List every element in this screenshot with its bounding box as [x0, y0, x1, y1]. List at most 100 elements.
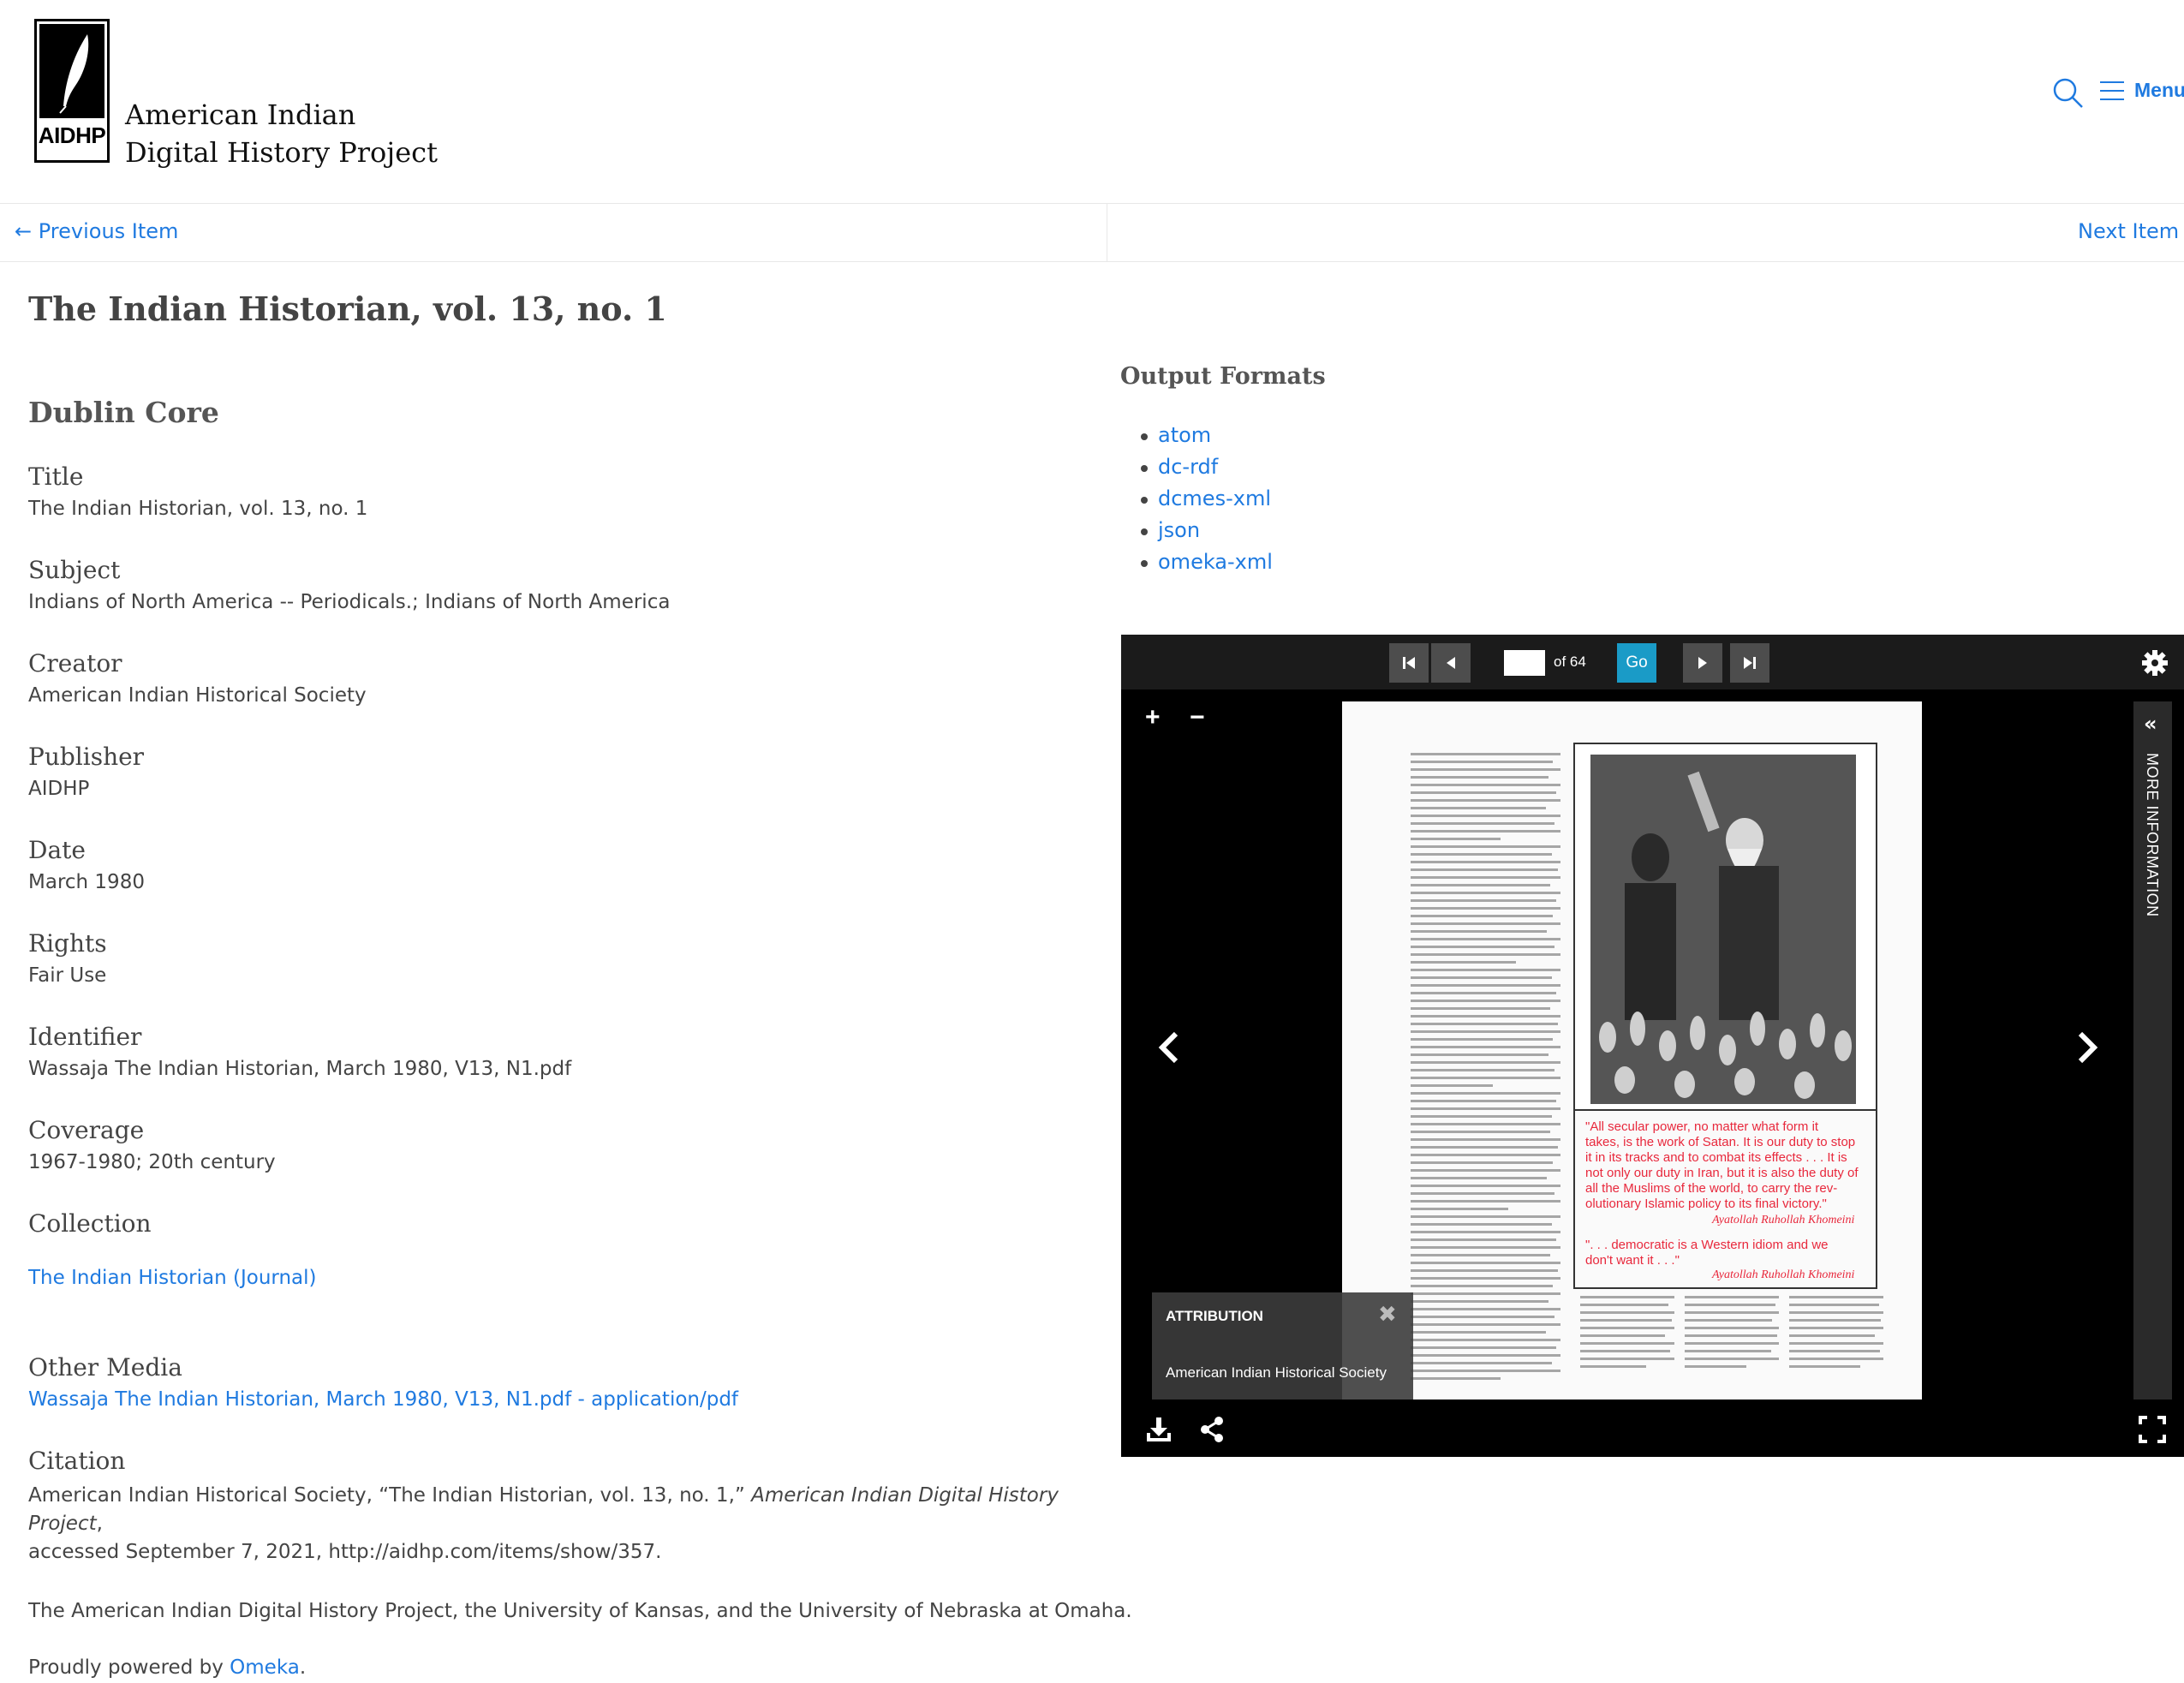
text-column-bottom-1 [1580, 1296, 1674, 1373]
close-icon[interactable]: ✖ [1378, 1304, 1399, 1326]
previous-page-icon [1447, 657, 1455, 669]
format-link-dcmes-xml[interactable]: dcmes-xml [1158, 486, 1271, 510]
citation-line2: accessed September 7, 2021, http://aidhp… [28, 1541, 662, 1563]
dublin-core-heading: Dublin Core [28, 396, 219, 429]
more-information-panel[interactable]: « MORE INFORMATION [2133, 701, 2172, 1400]
more-information-label[interactable]: MORE INFORMATION [2143, 753, 2161, 917]
field-value: 1967-1980; 20th century [28, 1151, 276, 1173]
fullscreen-icon[interactable] [2137, 1414, 2168, 1445]
field-label: Collection [28, 1209, 152, 1238]
first-page-button[interactable] [1389, 643, 1429, 683]
field-value: Wassaja The Indian Historian, March 1980… [28, 1058, 572, 1080]
footer-powered: Proudly powered by Omeka. [28, 1656, 306, 1679]
viewer-prev-arrow-icon[interactable] [1152, 1022, 1186, 1073]
site-logo[interactable]: AIDHP [34, 19, 110, 163]
previous-item-link[interactable]: ← Previous Item [15, 219, 178, 243]
output-format-item: json [1141, 515, 1273, 546]
omeka-link[interactable]: Omeka [230, 1656, 300, 1679]
citation-part1: American Indian Historical Society, “The… [28, 1484, 752, 1507]
quote-signature-2: Ayatollah Ruhollah Khomeini [1712, 1268, 1855, 1281]
footer-credits: The American Indian Digital History Proj… [28, 1600, 1132, 1622]
viewer-next-arrow-icon[interactable] [2070, 1022, 2104, 1073]
output-format-item: atom [1141, 420, 1273, 451]
page-count: of 64 [1554, 654, 1586, 670]
search-icon[interactable] [2052, 77, 2085, 110]
field-identifier: Identifier Wassaja The Indian Historian,… [28, 1023, 1073, 1080]
site-title-line1[interactable]: American Indian [125, 96, 438, 134]
field-creator: Creator American Indian Historical Socie… [28, 649, 1073, 707]
format-link-atom[interactable]: atom [1158, 423, 1211, 447]
quote-2-line: don't want it . . ." [1585, 1253, 1680, 1268]
format-link-omeka-xml[interactable]: omeka-xml [1158, 550, 1273, 574]
site-header: AIDHP American Indian Digital History Pr… [0, 0, 2184, 204]
output-format-item: dc-rdf [1141, 451, 1273, 483]
last-page-icon [1744, 657, 1756, 669]
site-title-line2[interactable]: Digital History Project [125, 134, 438, 171]
go-button[interactable]: Go [1617, 643, 1656, 683]
site-title[interactable]: American Indian Digital History Project [125, 96, 438, 171]
format-link-dc-rdf[interactable]: dc-rdf [1158, 455, 1218, 479]
attribution-title: ATTRIBUTION [1166, 1308, 1263, 1324]
field-label: Title [28, 463, 84, 491]
next-item-link[interactable]: Next Item → [2078, 219, 2184, 243]
field-date: Date March 1980 [28, 836, 1073, 893]
newspaper-photo-frame [1573, 743, 1877, 1111]
feather-icon [39, 24, 104, 118]
quote-2: ". . . democratic is a Western idiom and… [1585, 1238, 1868, 1268]
newspaper-photo [1590, 755, 1856, 1104]
citation-part2: , [96, 1513, 103, 1535]
field-value: Indians of North America -- Periodicals.… [28, 591, 671, 613]
powered-suffix: . [299, 1656, 307, 1679]
field-value: March 1980 [28, 871, 145, 893]
field-title: Title The Indian Historian, vol. 13, no.… [28, 463, 1073, 520]
quote-1-line: not only our duty in Iran, but it is als… [1585, 1166, 1859, 1180]
field-label: Creator [28, 649, 122, 677]
quote-1: "All secular power, no matter what form … [1585, 1119, 1868, 1212]
zoom-out-button[interactable]: − [1190, 705, 1205, 731]
text-column-left [1411, 753, 1560, 1385]
page-number-input[interactable] [1504, 650, 1545, 676]
collection-link[interactable]: The Indian Historian (Journal) [28, 1267, 1073, 1289]
next-page-icon [1698, 657, 1707, 669]
last-page-button[interactable] [1730, 643, 1769, 683]
output-formats-list: atom dc-rdf dcmes-xml json omeka-xml [1141, 420, 1273, 578]
field-subject: Subject Indians of North America -- Peri… [28, 556, 1073, 613]
download-icon[interactable] [1143, 1414, 1174, 1445]
previous-page-button[interactable] [1431, 643, 1471, 683]
field-rights: Rights Fair Use [28, 929, 1073, 987]
settings-gear-icon[interactable] [2139, 648, 2170, 678]
menu-button[interactable]: Menu [2100, 79, 2184, 102]
quote-1-line: all the Muslims of the world, to carry t… [1585, 1181, 1838, 1196]
logo-text: AIDHP [38, 122, 106, 148]
attribution-text: American Indian Historical Society [1166, 1364, 1387, 1381]
double-chevron-left-icon[interactable]: « [2144, 713, 2157, 734]
item-navigation: ← Previous Item Next Item → [0, 204, 2184, 262]
field-label: Coverage [28, 1116, 145, 1144]
format-link-json[interactable]: json [1158, 518, 1200, 542]
field-value: AIDHP [28, 778, 90, 800]
share-icon[interactable] [1196, 1414, 1227, 1445]
attribution-panel: ATTRIBUTION ✖ American Indian Historical… [1152, 1292, 1413, 1400]
quote-2-line: ". . . democratic is a Western idiom and… [1585, 1238, 1829, 1252]
field-value: American Indian Historical Society [28, 684, 367, 707]
other-media-link[interactable]: Wassaja The Indian Historian, March 1980… [28, 1388, 1073, 1411]
text-column-bottom-3 [1789, 1296, 1883, 1373]
citation-text: American Indian Historical Society, “The… [28, 1482, 1073, 1567]
field-citation: Citation American Indian Historical Soci… [28, 1447, 1073, 1567]
document-page-image[interactable]: "All secular power, no matter what form … [1342, 701, 1922, 1400]
menu-label: Menu [2134, 79, 2184, 101]
field-label: Publisher [28, 743, 145, 771]
zoom-in-button[interactable]: + [1145, 705, 1161, 731]
field-collection: Collection The Indian Historian (Journal… [28, 1209, 1073, 1289]
field-label: Identifier [28, 1023, 142, 1051]
field-publisher: Publisher AIDHP [28, 743, 1073, 800]
output-formats-heading: Output Formats [1120, 363, 1326, 390]
quote-signature-1: Ayatollah Ruhollah Khomeini [1712, 1214, 1855, 1226]
quote-1-line: it in its tracks and to combat its effec… [1585, 1150, 1847, 1165]
field-value: The Indian Historian, vol. 13, no. 1 [28, 498, 368, 520]
document-viewer: of 64 Go + − "All secular power, no matt… [1121, 635, 2184, 1457]
next-page-button[interactable] [1683, 643, 1722, 683]
field-label: Rights [28, 929, 107, 958]
quote-1-line: "All secular power, no matter what form … [1585, 1119, 1819, 1134]
field-other-media: Other Media Wassaja The Indian Historian… [28, 1353, 1073, 1411]
